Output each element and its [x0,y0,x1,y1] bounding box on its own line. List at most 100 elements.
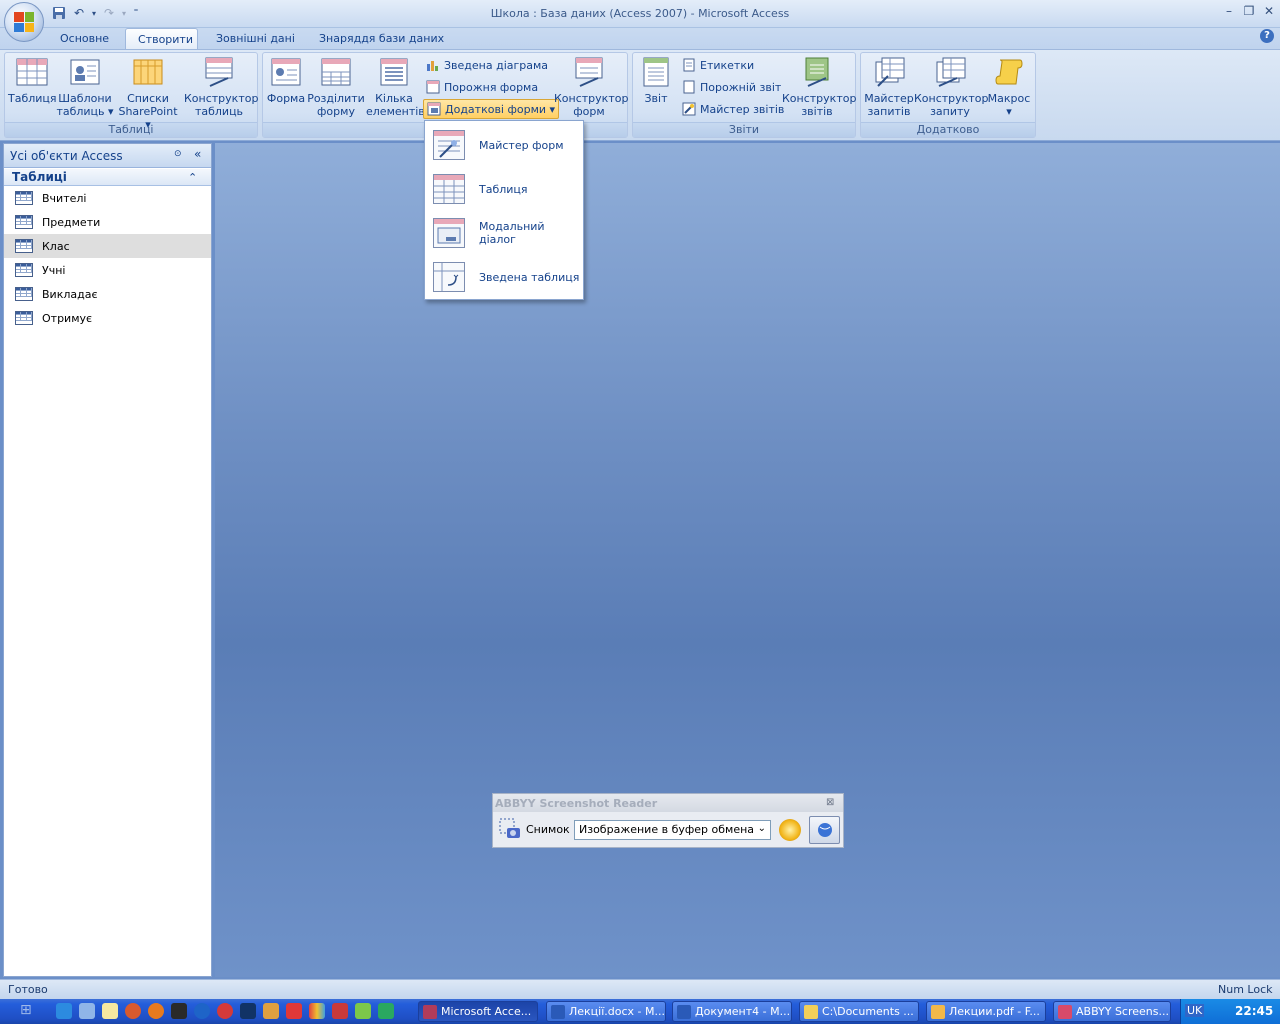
save-icon[interactable] [50,4,68,22]
abbyy-target-select[interactable]: Изображение в буфер обмена ⌄ [574,820,771,840]
query-wizard-icon [872,56,906,88]
ie-icon[interactable] [56,1003,72,1019]
quick-access-toolbar: ↶ ▾ ↷ ▾ ⁼ [50,4,142,22]
redo-icon[interactable]: ↷ [100,4,118,22]
nav-menu-dropdown-icon[interactable]: ⊙ [174,149,186,161]
tab-home[interactable]: Основне [48,28,121,50]
task-access[interactable]: Microsoft Acce... [418,1001,538,1022]
notepad-icon[interactable] [102,1003,118,1019]
system-tray: UK 22:45 [1180,999,1280,1024]
nav-group-tables[interactable]: Таблиці [4,169,211,186]
opera-icon[interactable] [217,1003,233,1019]
folder-icon [804,1005,818,1019]
undo-icon[interactable]: ↶ [70,4,88,22]
help-icon[interactable]: ? [1260,29,1274,43]
multiple-items-button[interactable]: Кілька елементів [366,56,425,118]
redo-dropdown-icon[interactable]: ▾ [120,4,128,22]
macro-button[interactable]: Макрос ▾ [986,56,1032,118]
download-icon[interactable] [194,1003,210,1019]
chevron-down-icon: ⌄ [757,823,766,834]
menu-item-datasheet[interactable]: Таблиця [429,168,581,210]
nav-item-receives[interactable]: Отримує [4,306,211,330]
abbyy-close-icon[interactable]: ⊠ [826,797,834,808]
nav-item-teachers[interactable]: Вчителі [4,186,211,210]
split-form-button[interactable]: Розділити форму [306,56,366,118]
abbyy-settings-gear-icon[interactable] [779,819,801,841]
status-bar: Готово Num Lock [0,979,1280,999]
query-designer-icon [933,56,967,88]
close-icon[interactable]: ✕ [1260,4,1278,20]
app-color-icon[interactable] [309,1003,325,1019]
report-wizard-button[interactable]: Майстер звітів [682,99,784,119]
form-button[interactable]: Форма [266,56,306,105]
tab-external-data[interactable]: Зовнішні дані [204,28,307,50]
nav-item-class[interactable]: Клас [4,234,211,258]
blank-report-button[interactable]: Порожній звіт [682,77,781,97]
app-red2-icon[interactable] [286,1003,302,1019]
minimize-icon[interactable]: – [1220,4,1238,20]
settings-icon[interactable] [263,1003,279,1019]
abbyy-help-button[interactable] [809,816,840,844]
labels-button[interactable]: Етикетки [682,55,754,75]
task-pdf[interactable]: Лекции.pdf - F... [926,1001,1046,1022]
abbyy-snap-button[interactable]: Снимок [498,817,570,841]
nav-collapse-icon[interactable]: « [194,147,208,161]
more-forms-button[interactable]: Додаткові форми ▾ [423,99,560,119]
app-green-icon[interactable] [378,1003,394,1019]
modal-dialog-icon [433,218,465,248]
task-word-lectures[interactable]: Лекції.docx - M... [546,1001,666,1022]
word-icon [551,1005,565,1019]
task-word-doc4[interactable]: Документ4 - M... [672,1001,792,1022]
blank-form-button[interactable]: Порожня форма [426,77,538,97]
pdf-icon [931,1005,945,1019]
query-wizard-button[interactable]: Майстер запитів [864,56,914,118]
report-wizard-icon [682,102,696,116]
abbyy-window: ABBYY Screenshot Reader ⊠ Снимок Изображ… [492,793,844,848]
nav-item-students[interactable]: Учні [4,258,211,282]
nav-item-teaches[interactable]: Викладає [4,282,211,306]
table-icon [15,239,33,253]
report-button[interactable]: Звіт [638,56,674,105]
tab-create[interactable]: Створити [125,28,198,50]
more-forms-menu: Майстер форм Таблиця Модальний діалог Зв… [424,120,584,300]
menu-item-form-wizard[interactable]: Майстер форм [429,124,581,166]
navigation-pane: Усі об'єкти Access ⊙ « Таблиці ⌃ Вчителі… [3,143,212,977]
customize-qat-icon[interactable]: ⁼ [130,4,142,22]
report-icon [639,56,673,88]
undo-dropdown-icon[interactable]: ▾ [90,4,98,22]
table-button[interactable]: Таблиця [8,56,57,105]
terminal-icon[interactable] [171,1003,187,1019]
task-explorer[interactable]: C:\Documents ... [799,1001,919,1022]
pivot-table-icon [433,262,465,292]
help-globe-icon [817,823,832,837]
query-designer-button[interactable]: Конструктор запиту [914,56,988,118]
restore-icon[interactable]: ❐ [1240,4,1258,20]
language-indicator[interactable]: UK [1185,1004,1205,1017]
parrot-icon[interactable] [355,1003,371,1019]
windows-start-icon[interactable]: ⊞ [20,1002,42,1021]
app-dark-icon[interactable] [240,1003,256,1019]
app-red-icon[interactable] [125,1003,141,1019]
clock[interactable]: 22:45 [1235,1004,1273,1018]
group-collapse-icon[interactable]: ⌃ [188,171,197,184]
table-designer-button[interactable]: Конструктор таблиць [184,56,258,118]
sharepoint-lists-button[interactable]: Списки SharePoint ▾ [114,56,182,131]
task-abbyy[interactable]: ABBYY Screens... [1053,1001,1171,1022]
labels-icon [683,58,695,72]
more-forms-icon [427,102,441,116]
app-icon[interactable] [332,1003,348,1019]
menu-item-pivot-table[interactable]: Зведена таблиця [429,256,581,298]
table-icon [15,215,33,229]
tab-database-tools[interactable]: Знаряддя бази даних [307,28,456,50]
nav-item-subjects[interactable]: Предмети [4,210,211,234]
table-templates-icon [68,56,102,88]
desktop-icon[interactable] [79,1003,95,1019]
pivot-chart-button[interactable]: Зведена діаграма [426,55,548,75]
office-button[interactable] [4,2,44,42]
firefox-icon[interactable] [148,1003,164,1019]
report-designer-button[interactable]: Конструктор звітів [782,56,856,118]
menu-item-modal-dialog[interactable]: Модальний діалог [429,212,581,254]
table-templates-button[interactable]: Шаблони таблиць ▾ [56,56,114,118]
form-designer-button[interactable]: Конструктор форм [554,56,628,118]
camera-icon [499,818,520,838]
